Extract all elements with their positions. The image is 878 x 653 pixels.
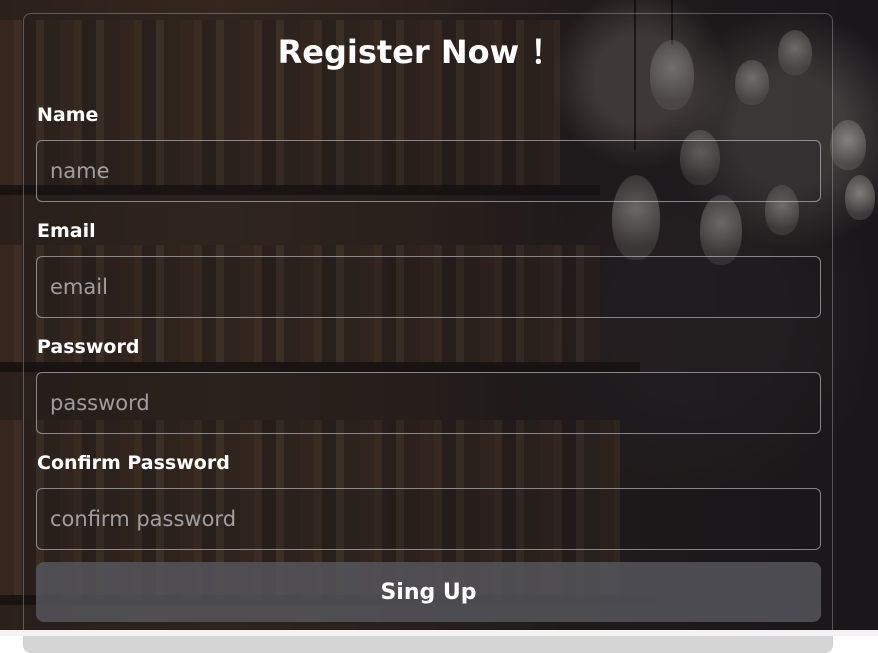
name-input[interactable] <box>36 140 821 202</box>
name-label: Name <box>37 104 99 126</box>
email-label: Email <box>37 220 96 242</box>
password-label: Password <box>37 336 140 358</box>
confirm-password-input[interactable] <box>36 488 821 550</box>
page-bottom-edge <box>0 630 878 636</box>
sign-up-button[interactable]: Sing Up <box>36 562 821 622</box>
password-input[interactable] <box>36 372 821 434</box>
register-card <box>23 13 833 653</box>
page-title: Register Now ！ <box>277 33 563 71</box>
email-input[interactable] <box>36 256 821 318</box>
confirm-password-label: Confirm Password <box>37 452 230 474</box>
